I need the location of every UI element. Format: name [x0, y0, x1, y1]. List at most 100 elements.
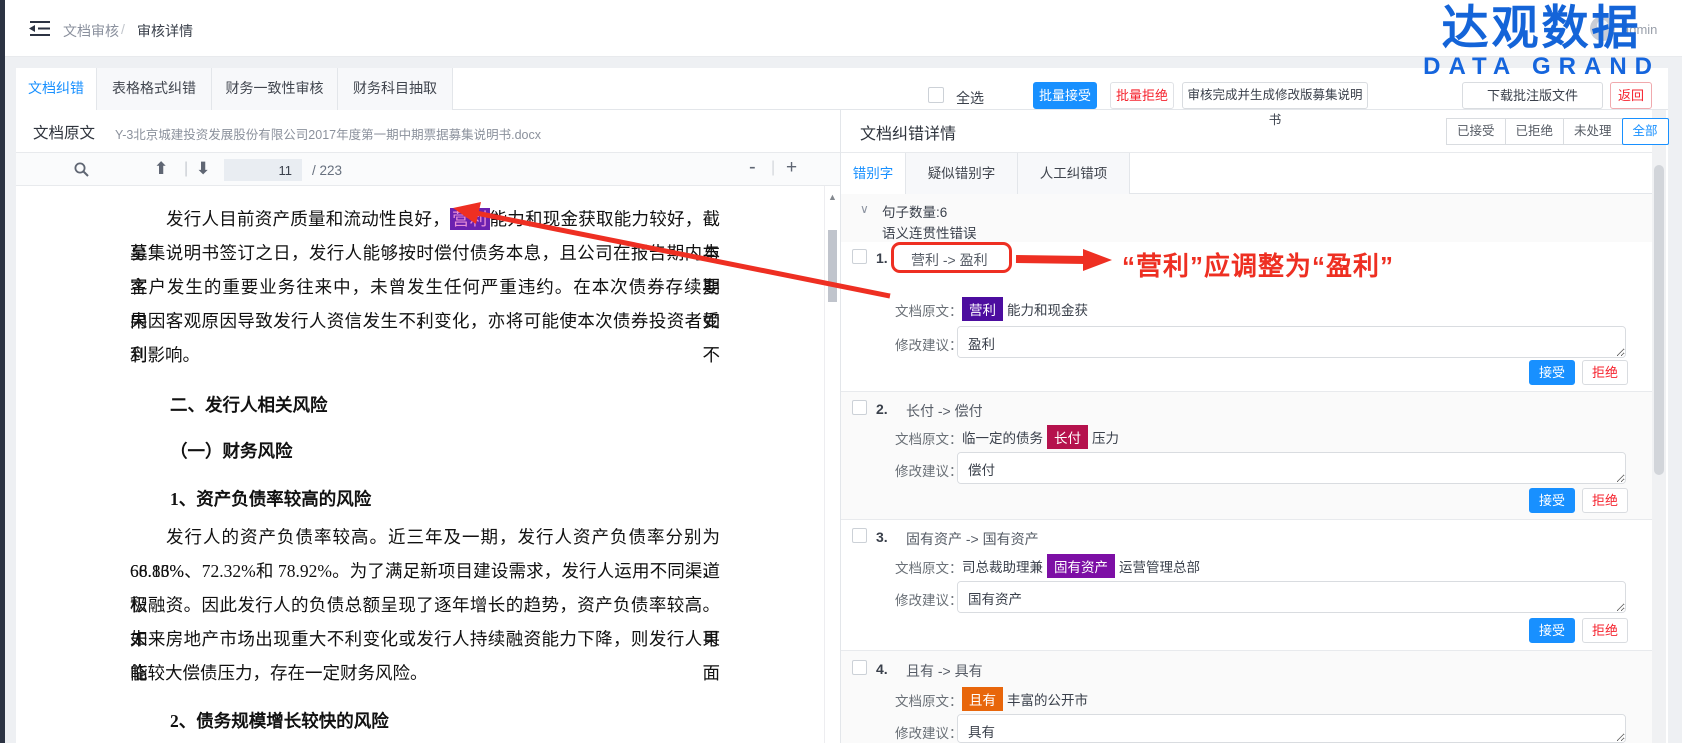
page-up-icon[interactable]: ⬆ [154, 159, 168, 179]
zoom-out-button[interactable]: - [749, 156, 756, 179]
orig-context: 司总裁助理兼固有资产运营管理总部 [962, 554, 1200, 578]
doc-line: 未来房地产市场出现重大不利变化或发行人持续融资能力下降，则发行人可能面 [130, 622, 720, 656]
menu-fold-icon[interactable] [29, 20, 51, 37]
zoom-separator: | [771, 159, 775, 177]
item-number: 4. [876, 661, 888, 677]
page-down-icon[interactable]: ⬇ [196, 159, 210, 179]
tab-doc-correction[interactable]: 文档纠错 [16, 68, 97, 110]
filter-accepted[interactable]: 已接受 [1446, 118, 1506, 145]
error-chip: 固有资产 [1047, 554, 1115, 578]
status-filter-group: 已接受 已拒绝 未处理 全部 [1447, 118, 1669, 145]
doc-filename: Y-3北京城建投资发展股份有限公司2017年度第一期中期票据募集说明书.docx [115, 124, 541, 143]
page-number-input[interactable] [224, 159, 302, 181]
document-viewer[interactable]: 发行人目前资产质量和流动性良好，营利能力和现金获取能力较好，截至本 募集说明书签… [16, 186, 824, 743]
user-avatar[interactable] [1590, 16, 1615, 41]
correction-item: 2. 长付 -> 偿付 文档原文： 临一定的债务长付压力 修改建议： 偿付 接受… [841, 392, 1652, 520]
scroll-up-arrow-icon[interactable]: ▲ [828, 192, 837, 202]
filter-pending[interactable]: 未处理 [1563, 118, 1623, 145]
select-all-checkbox[interactable] [928, 87, 944, 103]
collapsed-sidebar [0, 0, 5, 743]
orig-label: 文档原文： [895, 690, 963, 710]
search-icon[interactable] [74, 162, 89, 182]
suggestion-textarea[interactable]: 具有 [957, 714, 1626, 743]
item-checkbox[interactable] [852, 528, 867, 543]
error-chip: 长付 [1047, 425, 1088, 449]
tab-suspected-typo[interactable]: 疑似错别字 [906, 153, 1018, 194]
item-number: 3. [876, 529, 888, 545]
correction-item: 4. 且有 -> 具有 文档原文： 且有丰富的公开市 修改建议： 具有 [841, 651, 1652, 743]
doc-line: 发行人的资产负债率较高。近三年及一期，发行人资产负债率分别为 66.86%、 [130, 520, 720, 554]
doc-error-highlight[interactable]: 营利 [450, 208, 490, 230]
orig-context: 营利能力和现金获 [962, 297, 1088, 321]
username[interactable]: admin [1622, 22, 1657, 37]
detail-scrollbar[interactable] [1652, 110, 1666, 743]
accept-button[interactable]: 接受 [1529, 618, 1575, 643]
tab-manual-correction[interactable]: 人工纠错项 [1018, 153, 1130, 194]
correction-item: 3. 固有资产 -> 国有资产 文档原文： 司总裁助理兼固有资产运营管理总部 修… [841, 520, 1652, 651]
doc-heading: 1、资产负债率较高的风险 [130, 482, 720, 516]
suggestion-textarea[interactable]: 盈利 [957, 326, 1626, 358]
back-button[interactable]: 返回 [1610, 82, 1652, 109]
doc-heading: 二、发行人相关风险 [130, 388, 720, 422]
detail-panel-title: 文档纠错详情 [860, 120, 956, 144]
item-actions: 接受 拒绝 [1529, 618, 1628, 643]
top-header: 文档审核 / 审核详情 [5, 0, 1682, 57]
suggest-label: 修改建议： [895, 334, 963, 354]
accept-button[interactable]: 接受 [1529, 488, 1575, 513]
document-scrollbar[interactable]: ▲ [824, 186, 839, 743]
item-checkbox[interactable] [852, 660, 867, 675]
suggest-label: 修改建议： [895, 722, 963, 742]
orig-label: 文档原文： [895, 428, 963, 448]
error-chip: 营利 [962, 297, 1003, 321]
reject-button[interactable]: 拒绝 [1582, 488, 1628, 513]
scrollbar-thumb[interactable] [828, 230, 837, 302]
tab-finance-consistency[interactable]: 财务一致性审核 [212, 68, 338, 110]
item-correction-title: 长付 -> 偿付 [906, 401, 983, 421]
main-tab-bar: 文档纠错 表格格式纠错 财务一致性审核 财务科目抽取 [16, 68, 1668, 110]
doc-line: 募集说明书签订之日，发行人能够按时偿付债务本息，且公司在报告期内与主要 [130, 236, 720, 270]
reject-button[interactable]: 拒绝 [1582, 618, 1628, 643]
annotation-text: “营利”应调整为“盈利” [1122, 246, 1394, 283]
page-total: / 223 [312, 163, 342, 178]
tab-typo[interactable]: 错别字 [841, 153, 906, 194]
tab-finance-subject[interactable]: 财务科目抽取 [338, 68, 453, 110]
error-chip: 且有 [962, 687, 1003, 711]
suggest-label: 修改建议： [895, 589, 963, 609]
item-checkbox[interactable] [852, 400, 867, 415]
item-correction-title: 且有 -> 具有 [906, 661, 983, 681]
item-actions: 接受 拒绝 [1529, 360, 1628, 385]
accept-button[interactable]: 接受 [1529, 360, 1575, 385]
error-type: 语义连贯性错误 [882, 222, 977, 242]
doc-panel-title: 文档原文 [33, 121, 95, 143]
item-number: 1. [876, 250, 888, 266]
item-actions: 接受 拒绝 [1529, 488, 1628, 513]
suggest-label: 修改建议： [895, 460, 963, 480]
sentence-group-header: ∨ 句子数量:6 语义连贯性错误 [841, 194, 1652, 242]
zoom-in-button[interactable]: + [786, 157, 797, 179]
suggestion-textarea[interactable]: 偿付 [957, 452, 1626, 484]
filter-rejected[interactable]: 已拒绝 [1505, 118, 1565, 145]
batch-accept-button[interactable]: 批量接受 [1033, 82, 1097, 109]
orig-label: 文档原文： [895, 557, 963, 577]
download-annotated-button[interactable]: 下载批注版文件 [1462, 82, 1603, 109]
scrollbar-thumb[interactable] [1654, 165, 1664, 475]
reject-button[interactable]: 拒绝 [1582, 360, 1628, 385]
breadcrumb-current: 审核详情 [137, 21, 193, 41]
item-checkbox[interactable] [852, 249, 867, 264]
orig-context: 且有丰富的公开市 [962, 687, 1088, 711]
tab-table-format[interactable]: 表格格式纠错 [97, 68, 212, 110]
sentence-count: 句子数量:6 [882, 201, 947, 221]
doc-line: 客户发生的重要业务往来中，未曾发生任何严重违约。在本次债券存续期内，如 [130, 270, 720, 304]
doc-toolbar: ⬆ | ⬇ / 223 - | + [16, 152, 840, 186]
batch-reject-button[interactable]: 批量拒绝 [1110, 82, 1174, 109]
chevron-down-icon[interactable]: ∨ [860, 202, 869, 216]
item-correction-title: 固有资产 -> 国有资产 [906, 529, 1039, 549]
item-number: 2. [876, 401, 888, 417]
filter-all[interactable]: 全部 [1622, 118, 1669, 145]
breadcrumb-separator: / [121, 21, 125, 37]
finish-review-button[interactable]: 审核完成并生成修改版募集说明书 [1182, 82, 1368, 109]
annotation-red-box [891, 242, 1012, 273]
doc-heading: 2、债务规模增长较快的风险 [130, 704, 720, 738]
suggestion-textarea[interactable]: 国有资产 [957, 581, 1626, 613]
breadcrumb-section[interactable]: 文档审核 [63, 21, 119, 41]
